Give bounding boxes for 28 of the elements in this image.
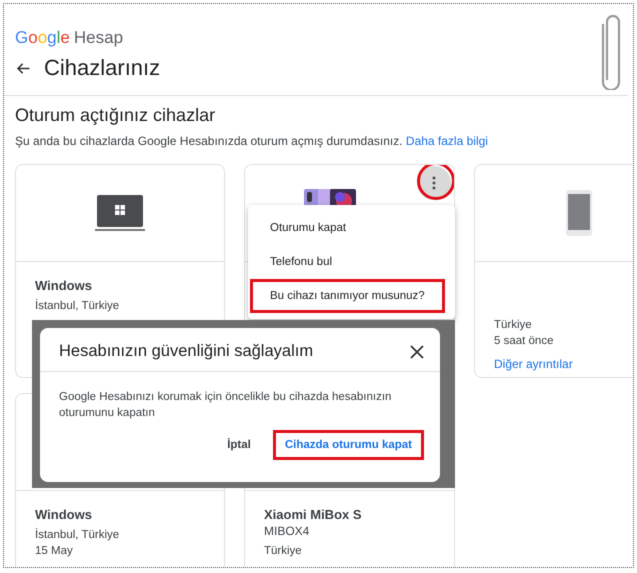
- dialog-message: Google Hesabınızı korumak için öncelikle bu cihazda hesabınızın oturumunu kapatın: [58, 390, 392, 421]
- laptop-icon: [95, 193, 145, 233]
- sign-out-button[interactable]: Cihazda oturumu kapat: [272, 430, 424, 460]
- device-detail: İstanbul, Türkiye: [35, 529, 120, 541]
- page-title: Cihazlarınız: [44, 55, 160, 81]
- device-model: MIBOX4: [264, 524, 310, 538]
- google-logo: Google: [15, 28, 70, 48]
- more-vertical-icon: [432, 176, 436, 190]
- device-detail: Türkiye: [494, 319, 533, 331]
- section-description: Şu anda bu cihazlarda Google Hesabınızda oturum açmış durumdasınız.: [15, 134, 403, 148]
- device-detail: Türkiye: [264, 545, 303, 557]
- device-name: Xiaomi MiBox S: [264, 507, 363, 522]
- menu-item[interactable]: Telefonu bul: [250, 245, 445, 279]
- details-link[interactable]: Diğer ayrıntılar: [494, 357, 573, 371]
- device-detail: 5 saat önce: [494, 335, 554, 347]
- close-icon[interactable]: [410, 344, 424, 358]
- menu-item[interactable]: Oturumu kapat: [250, 211, 445, 245]
- product-name: Hesap: [74, 28, 124, 48]
- device-name: Windows: [35, 507, 93, 522]
- device-detail: İstanbul, Türkiye: [35, 300, 120, 312]
- section-title: Oturum açtığınız cihazlar: [15, 105, 216, 126]
- cancel-button[interactable]: İptal: [215, 430, 263, 460]
- menu-item[interactable]: Bu cihazı tanımıyor musunuz?: [250, 279, 445, 313]
- phone-icon: [566, 190, 592, 236]
- device-name: Windows: [35, 278, 93, 293]
- dialog-title: Hesabınızın güvenliğini sağlayalım: [59, 342, 314, 361]
- device-detail: 15 May: [35, 545, 74, 557]
- learn-more-link[interactable]: Daha fazla bilgi: [406, 134, 488, 148]
